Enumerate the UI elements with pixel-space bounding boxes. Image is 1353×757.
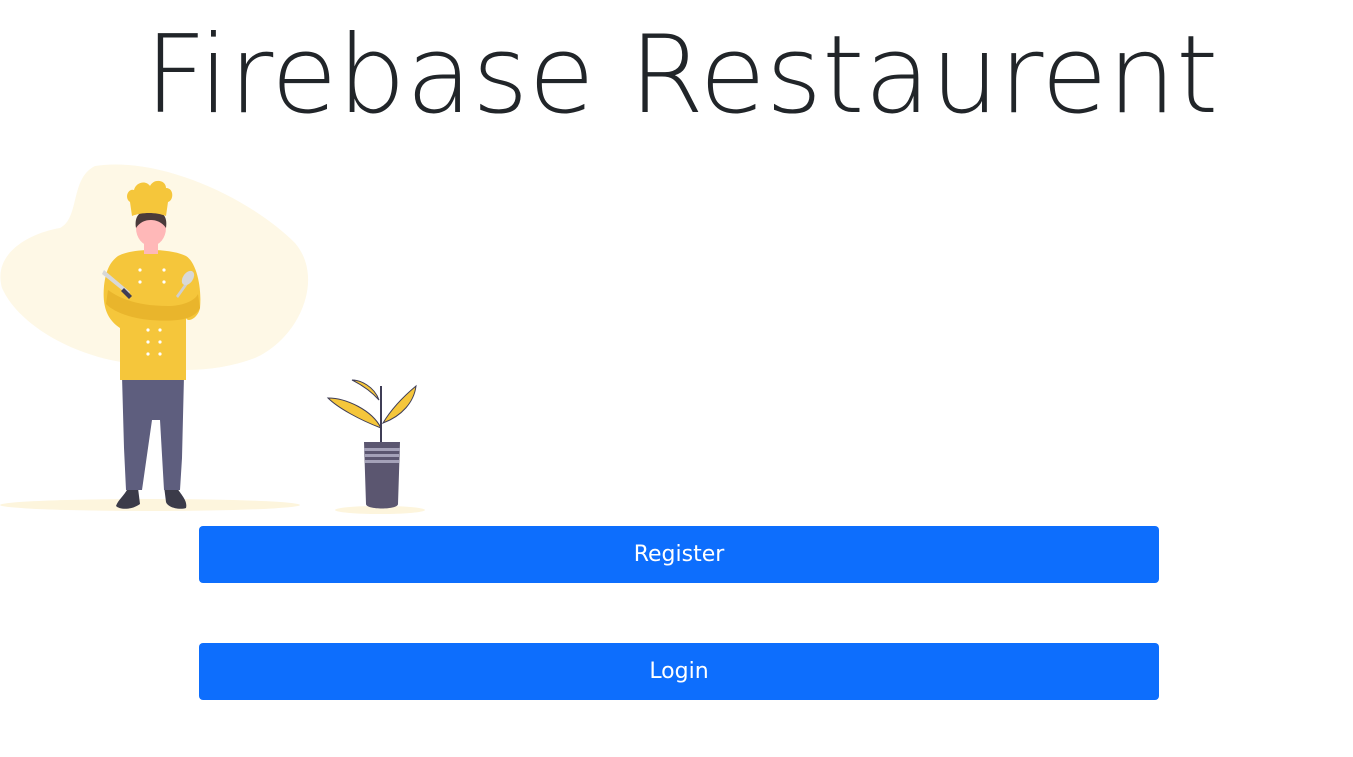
login-button[interactable]: Login [199,643,1159,700]
ground-shadow [0,499,300,511]
register-button[interactable]: Register [199,526,1159,583]
left-shoe [116,488,140,509]
page: Firebase Restaurent Register Login [0,0,1353,757]
plant-icon [326,379,417,509]
chef-pants [122,376,184,490]
page-title: Firebase Restaurent [144,13,1219,138]
plant-pot [364,442,400,509]
chef-illustration [0,164,425,514]
